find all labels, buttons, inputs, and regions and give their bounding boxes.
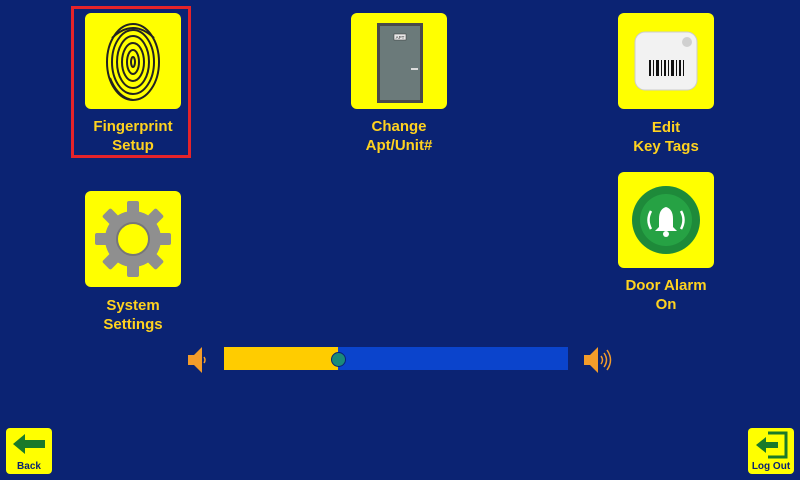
logout-label: Log Out xyxy=(751,461,791,472)
volume-slider-handle[interactable] xyxy=(331,352,346,367)
volume-slider-fill xyxy=(224,347,338,370)
volume-slider[interactable] xyxy=(224,347,568,370)
key-tag-icon xyxy=(634,31,698,91)
change-apt-unit-button[interactable]: APT xyxy=(351,13,447,109)
logout-icon xyxy=(756,431,788,459)
logout-button[interactable]: Log Out xyxy=(748,428,794,474)
door-alarm-button[interactable] xyxy=(618,172,714,268)
door-icon: APT xyxy=(377,23,423,103)
back-label: Back xyxy=(17,461,41,472)
system-settings-button[interactable] xyxy=(85,191,181,287)
edit-key-tags-button[interactable] xyxy=(618,13,714,109)
fingerprint-setup-button[interactable] xyxy=(85,13,181,109)
system-settings-label: System Settings xyxy=(103,297,163,333)
door-sign-text: APT xyxy=(396,35,405,40)
back-arrow-icon xyxy=(13,434,45,454)
fingerprint-icon xyxy=(106,23,160,101)
edit-key-tags-label: Edit Key Tags xyxy=(633,119,699,155)
door-alarm-label: Door Alarm On xyxy=(625,277,707,313)
gear-icon xyxy=(95,201,171,277)
fingerprint-setup-label: Fingerprint Setup xyxy=(93,118,173,154)
volume-low-icon[interactable] xyxy=(186,344,210,376)
back-button[interactable]: Back xyxy=(6,428,52,474)
alarm-bell-icon xyxy=(632,186,700,254)
volume-high-icon[interactable] xyxy=(582,344,616,376)
change-apt-unit-label: Change Apt/Unit# xyxy=(365,118,433,154)
